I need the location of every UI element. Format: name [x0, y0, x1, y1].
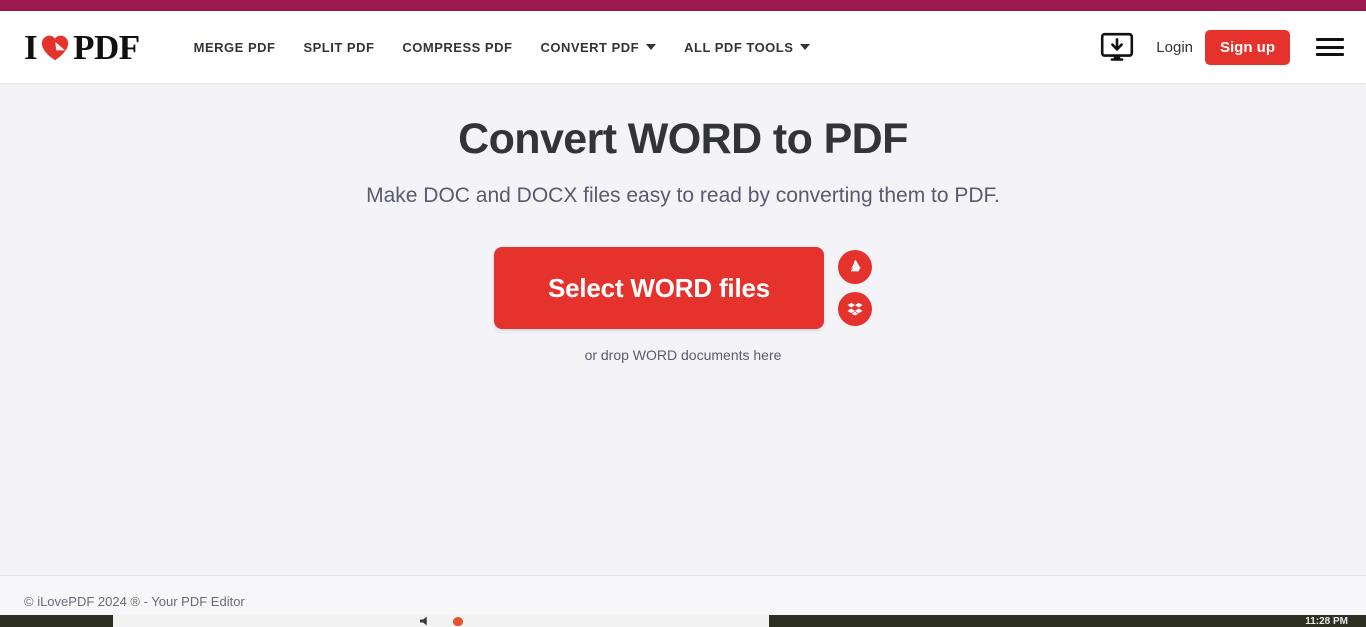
- chevron-down-icon: [800, 44, 811, 50]
- taskbar-active-window[interactable]: [113, 615, 769, 627]
- dropbox-icon: [846, 299, 864, 320]
- ilovepdf-logo[interactable]: I PDF: [24, 30, 140, 65]
- speaker-icon: [419, 616, 427, 626]
- nav-item-convert-pdf[interactable]: CONVERT PDF: [526, 30, 670, 65]
- drop-files-hint: or drop WORD documents here: [584, 347, 782, 364]
- nav-item-merge-pdf[interactable]: MERGE PDF: [180, 30, 290, 65]
- hamburger-bar: [1316, 38, 1344, 41]
- dropbox-import-button[interactable]: [838, 292, 872, 327]
- cloud-import-buttons: [838, 250, 872, 327]
- app-icon: [452, 616, 463, 626]
- nav-label: MERGE PDF: [193, 39, 276, 55]
- chevron-down-icon: [646, 44, 657, 50]
- taskbar-clock: 11:28 PM: [1305, 616, 1348, 627]
- header-actions: Login Sign up: [1100, 29, 1344, 65]
- main-content: Convert WORD to PDF Make DOC and DOCX fi…: [0, 83, 1366, 575]
- hamburger-menu-icon[interactable]: [1316, 36, 1344, 58]
- select-word-files-button[interactable]: Select WORD files: [494, 247, 824, 330]
- primary-navigation: MERGE PDF SPLIT PDF COMPRESS PDF CONVERT…: [180, 30, 1101, 65]
- browser-top-strip: [0, 0, 1366, 11]
- signup-button[interactable]: Sign up: [1205, 29, 1290, 65]
- nav-label: CONVERT PDF: [540, 39, 640, 55]
- nav-item-split-pdf[interactable]: SPLIT PDF: [289, 30, 388, 65]
- login-link[interactable]: Login: [1156, 39, 1193, 56]
- file-upload-area: Select WORD files or drop WORD documents…: [494, 247, 872, 363]
- google-drive-icon: [846, 256, 865, 278]
- page-title: Convert WORD to PDF: [458, 115, 908, 163]
- page-subtitle: Make DOC and DOCX files easy to read by …: [366, 184, 1000, 208]
- upload-controls-row: Select WORD files: [494, 247, 872, 330]
- copyright-text: © iLovePDF 2024 ® - Your PDF Editor: [24, 594, 245, 609]
- logo-text-left: I: [24, 27, 38, 67]
- google-drive-import-button[interactable]: [838, 250, 872, 285]
- logo-text-right: PDF: [73, 27, 140, 67]
- nav-item-compress-pdf[interactable]: COMPRESS PDF: [388, 30, 526, 65]
- nav-label: SPLIT PDF: [303, 39, 375, 55]
- hamburger-bar: [1316, 45, 1344, 49]
- nav-item-all-pdf-tools[interactable]: ALL PDF TOOLS: [670, 30, 824, 65]
- nav-label: COMPRESS PDF: [402, 39, 513, 55]
- nav-label: ALL PDF TOOLS: [684, 39, 794, 55]
- os-taskbar: 11:28 PM: [0, 615, 1366, 627]
- desktop-download-icon[interactable]: [1100, 32, 1134, 62]
- hamburger-bar: [1316, 53, 1344, 56]
- heart-page-icon: [40, 33, 70, 63]
- site-header: I PDF MERGE PDF SPLIT PDF COMPRESS PDF C…: [0, 11, 1366, 83]
